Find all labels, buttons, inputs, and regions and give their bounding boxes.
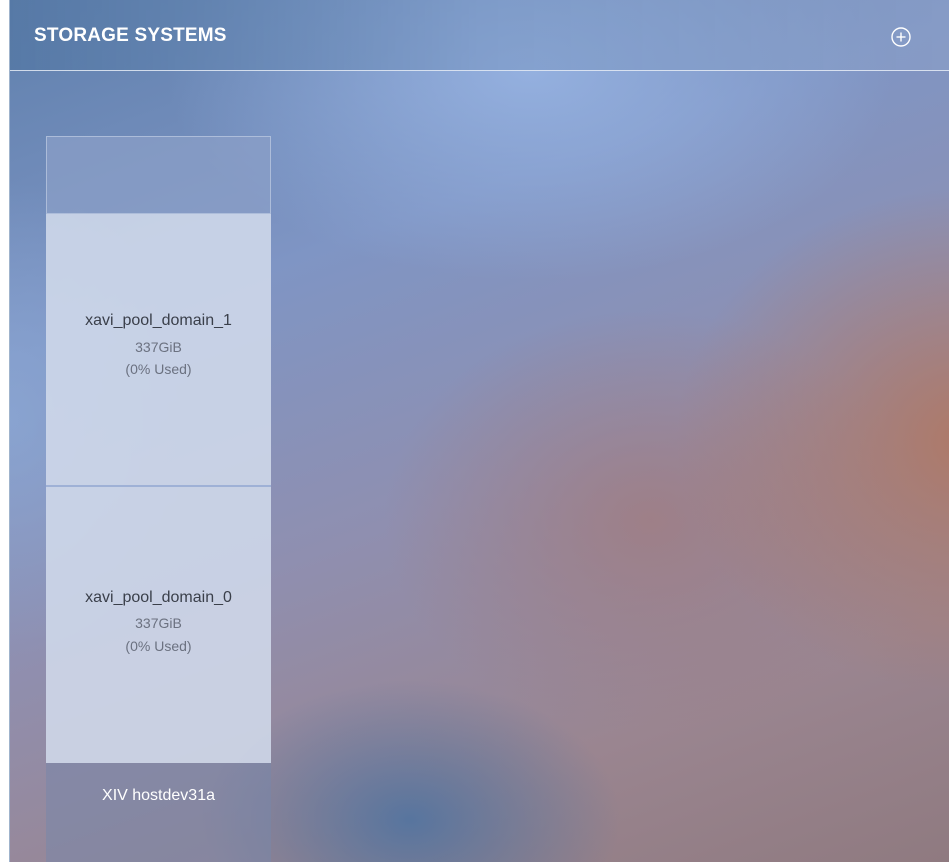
storage-system-footer: XIV hostdev31a <box>46 763 271 862</box>
pool-size: 337GiB <box>135 615 182 631</box>
pool-usage: (0% Used) <box>125 361 192 377</box>
pool-name: xavi_pool_domain_0 <box>85 589 232 606</box>
pool-tile-domain-0[interactable]: xavi_pool_domain_0 337GiB (0% Used) <box>46 485 271 763</box>
add-storage-system-button[interactable] <box>891 27 911 47</box>
panel-header: STORAGE SYSTEMS <box>10 0 949 71</box>
storage-system-card[interactable]: xavi_pool_domain_1 337GiB (0% Used) xavi… <box>46 136 271 862</box>
storage-system-card-header <box>46 136 271 214</box>
storage-systems-panel: STORAGE SYSTEMS xavi_pool_domain_1 337Gi… <box>9 0 949 862</box>
pool-name: xavi_pool_domain_1 <box>85 312 232 329</box>
pool-tile-domain-1[interactable]: xavi_pool_domain_1 337GiB (0% Used) <box>46 214 271 485</box>
plus-circle-icon <box>891 27 911 47</box>
storage-system-name[interactable]: XIV hostdev31a <box>46 787 271 805</box>
panel-title: STORAGE SYSTEMS <box>34 25 227 46</box>
pool-usage: (0% Used) <box>125 638 192 654</box>
pool-size: 337GiB <box>135 339 182 355</box>
